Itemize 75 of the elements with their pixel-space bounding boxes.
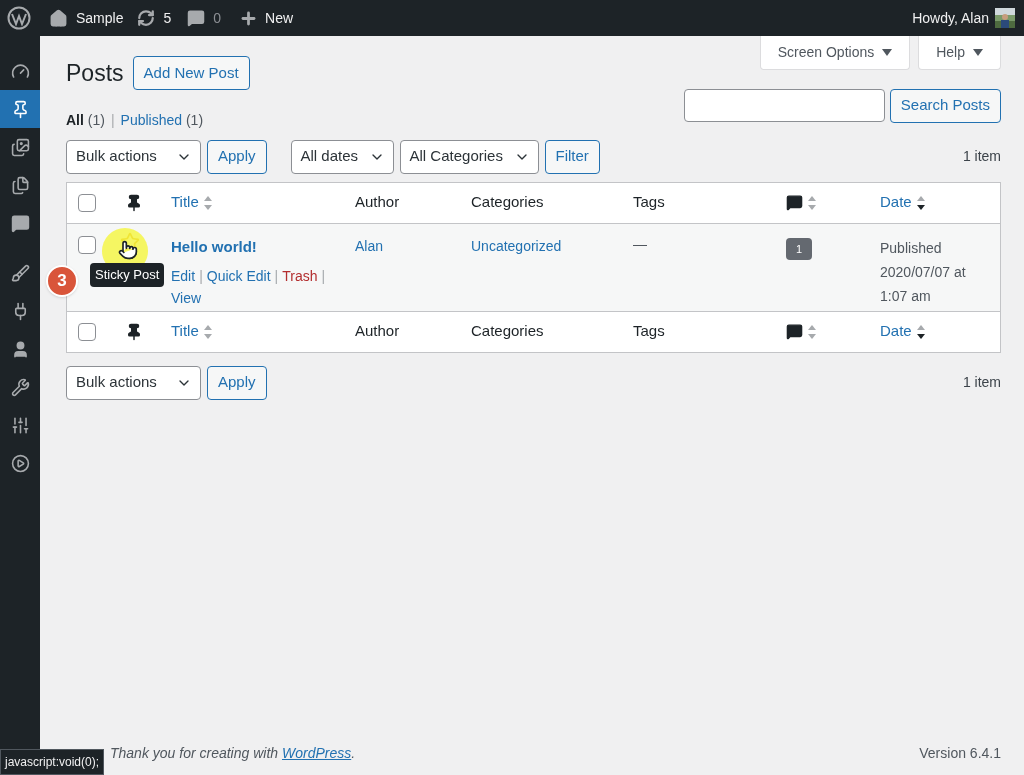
search-field[interactable] <box>683 88 885 122</box>
apply-button[interactable]: Apply <box>207 365 267 400</box>
screen-tab[interactable]: Help <box>918 36 1001 70</box>
new-link[interactable]: New <box>265 7 294 29</box>
row-action-link[interactable]: Trash <box>282 265 318 287</box>
pages-icon <box>10 175 30 195</box>
dashboard-icon <box>10 61 30 81</box>
screen-tab[interactable]: Screen Options <box>759 36 911 70</box>
version-text: Version 6.4.1 <box>919 743 1001 763</box>
comment-icon <box>786 323 803 340</box>
separator: | <box>110 110 115 130</box>
comment-icon <box>187 9 206 27</box>
comment-icon <box>786 194 803 211</box>
column-header: Author <box>355 321 400 342</box>
status-filter[interactable]: Published (1) <box>120 109 204 131</box>
logo-icon[interactable] <box>7 6 31 30</box>
row-action-link[interactable]: Quick Edit <box>206 265 271 287</box>
greeting[interactable]: Howdy, Alan <box>912 7 989 29</box>
dropdown[interactable]: All Categories <box>399 139 539 174</box>
status-url: javascript:void(0); <box>0 749 105 775</box>
comment-count-bubble[interactable]: 1 <box>786 237 812 260</box>
checkbox[interactable] <box>78 193 96 212</box>
pin-icon <box>125 322 143 341</box>
dropdown[interactable]: All dates <box>290 139 394 174</box>
separator: | <box>321 267 326 286</box>
comments-count[interactable]: 0 <box>213 7 222 29</box>
updates-count[interactable]: 5 <box>163 7 172 29</box>
updates-icon <box>137 9 156 27</box>
filter-button[interactable]: Filter <box>544 139 600 174</box>
dropdown[interactable]: Bulk actions <box>66 139 201 174</box>
status-filter[interactable]: All (1) <box>66 109 105 131</box>
images-icon <box>10 137 30 157</box>
item-count: 1 item <box>962 147 1001 166</box>
checkbox[interactable] <box>78 235 96 254</box>
apply-button[interactable]: Apply <box>207 139 267 174</box>
category-link[interactable]: Uncategorized <box>471 237 562 254</box>
add-new-post-button[interactable]: Add New Post <box>132 56 250 91</box>
dropdown[interactable]: Bulk actions <box>66 365 201 400</box>
tags-cell: — <box>633 235 647 252</box>
column-header: Tags <box>633 192 665 213</box>
column-header[interactable]: Title <box>171 320 199 343</box>
pin-icon <box>125 193 143 212</box>
column-header[interactable]: Title <box>171 191 199 214</box>
author-link[interactable]: Alan <box>355 237 384 254</box>
triangle-icon <box>973 49 983 56</box>
item-count: 1 item <box>962 373 1001 392</box>
hand-cursor-icon <box>118 240 138 260</box>
row-action-link[interactable]: View <box>171 287 202 309</box>
column-header[interactable]: Date <box>880 320 912 343</box>
triangle-icon <box>882 49 893 56</box>
play-icon <box>10 453 30 473</box>
tooltip: Sticky Post <box>90 263 165 287</box>
wrench-icon <box>10 377 30 397</box>
separator: | <box>274 267 279 286</box>
post-date: 2020/07/07 at 1:07 am <box>880 262 967 306</box>
search-posts-button[interactable]: Search Posts <box>889 88 1001 123</box>
step-badge: 3 <box>46 265 78 297</box>
column-header[interactable]: Date <box>880 191 912 214</box>
site-link[interactable]: Sample <box>76 7 124 29</box>
column-header: Categories <box>471 321 544 342</box>
home-icon <box>49 8 68 28</box>
post-title-link[interactable]: Hello world! <box>171 235 335 258</box>
brush-icon <box>10 263 30 283</box>
comment-icon <box>10 213 30 233</box>
column-header: Author <box>355 192 400 213</box>
post-status: Published <box>880 238 943 258</box>
checkbox[interactable] <box>78 322 96 341</box>
footer-text: Thank you for creating with WordPress. <box>110 743 356 763</box>
column-header: Tags <box>633 321 665 342</box>
sliders-icon <box>10 415 30 435</box>
sidebar-item[interactable] <box>0 90 40 128</box>
row-action-link[interactable]: Edit <box>171 265 196 287</box>
separator: | <box>199 267 203 286</box>
page-title: Posts <box>66 59 124 88</box>
column-header: Categories <box>471 192 544 213</box>
